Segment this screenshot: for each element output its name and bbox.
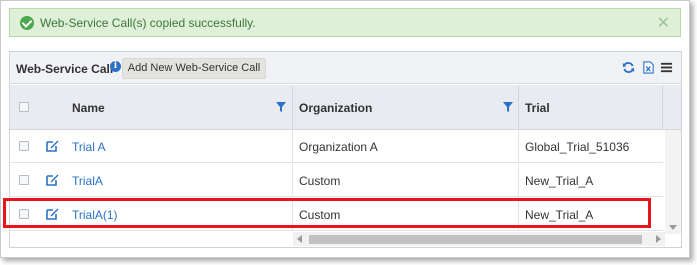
filter-icon[interactable] [276,102,286,112]
scroll-left-icon[interactable] [297,235,302,243]
column-label-organization: Organization [299,101,373,115]
edit-icon[interactable] [45,139,59,153]
filter-icon[interactable] [503,102,513,112]
select-all-checkbox[interactable] [19,102,29,112]
table-row[interactable]: Trial A Organization A Global_Trial_5103… [10,130,663,163]
grid-toolbar: Web-Service Call i Add New Web-Service C… [10,52,681,84]
column-separator [518,130,519,163]
excel-export-icon[interactable] [642,61,655,74]
row-checkbox[interactable] [19,209,29,219]
scrollbar-thumb[interactable] [309,235,642,244]
horizontal-scrollbar[interactable] [293,232,665,246]
column-header-name[interactable]: Name [46,85,292,130]
row-organization: Custom [299,208,341,222]
column-separator [292,198,293,231]
row-trial: New_Trial_A [525,208,594,222]
column-separator [518,198,519,231]
column-header-trial[interactable]: Trial [519,85,662,130]
column-separator [292,164,293,197]
row-name-link[interactable]: TrialA [72,174,103,188]
refresh-icon[interactable] [622,61,635,74]
info-icon[interactable]: i [110,61,121,72]
web-service-call-grid: Web-Service Call i Add New Web-Service C… [9,51,682,248]
table-row[interactable]: TrialA(1) Custom New_Trial_A [10,198,663,231]
row-checkbox[interactable] [19,141,29,151]
column-label-name: Name [72,101,105,115]
success-alert: Web-Service Call(s) copied successfully.… [9,8,681,37]
row-organization: Custom [299,174,341,188]
edit-icon[interactable] [45,207,59,221]
column-separator [292,130,293,163]
scroll-down-icon[interactable] [669,225,677,230]
row-organization: Organization A [299,140,378,154]
column-label-trial: Trial [525,101,550,115]
row-trial: New_Trial_A [525,174,594,188]
alert-message: Web-Service Call(s) copied successfully. [40,16,256,30]
row-name-link[interactable]: Trial A [72,140,106,154]
column-header-organization[interactable]: Organization [293,85,518,130]
vertical-scrollbar[interactable] [665,130,681,234]
close-icon[interactable]: ✕ [657,13,670,33]
app-frame: Web-Service Call(s) copied successfully.… [0,0,690,258]
menu-icon[interactable] [660,61,673,74]
row-name-link[interactable]: TrialA(1) [72,208,118,222]
grid-header: Name Organization Trial [10,85,681,130]
column-separator [662,85,663,130]
add-web-service-call-button[interactable]: Add New Web-Service Call [122,58,266,79]
check-circle-icon [20,16,34,30]
edit-icon[interactable] [45,173,59,187]
table-row[interactable]: TrialA Custom New_Trial_A [10,164,663,197]
row-checkbox[interactable] [19,175,29,185]
column-separator [518,164,519,197]
grid-title: Web-Service Call [16,62,114,76]
row-trial: Global_Trial_51036 [525,140,630,154]
scroll-right-icon[interactable] [656,235,661,243]
